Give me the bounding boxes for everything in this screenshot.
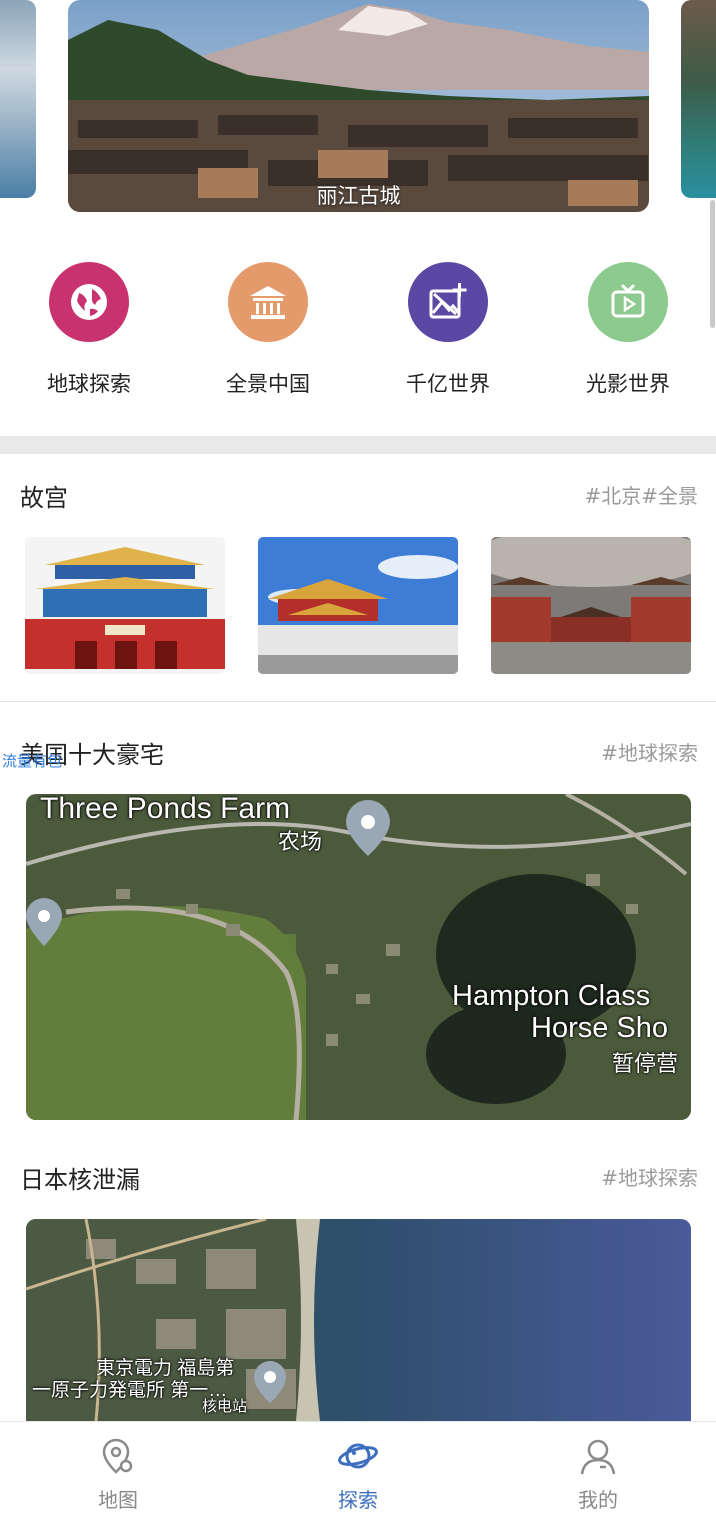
tab-label: 探索	[338, 1488, 378, 1512]
tab-map[interactable]: 地图	[58, 1422, 178, 1520]
banner-next-slide[interactable]	[681, 0, 716, 198]
banner-prev-slide[interactable]	[0, 0, 36, 198]
tab-mine[interactable]: 我的	[538, 1422, 658, 1520]
map-label: 暂停营	[612, 1051, 679, 1076]
shortcut-panorama-china[interactable]: 全景中国	[198, 262, 338, 398]
map-label: 农场	[278, 829, 323, 854]
temple-icon	[228, 262, 308, 342]
section-tag-gugong[interactable]: #北京#全景	[584, 480, 698, 509]
bottom-tab-bar: 地图 探索 我的	[0, 1421, 716, 1520]
map-label: Three Ponds Farm	[40, 794, 291, 825]
section-tag-us-mansions[interactable]: #地球探索	[601, 737, 698, 766]
map-label: 核电站	[202, 1398, 248, 1415]
user-icon	[580, 1439, 616, 1475]
shortcut-light-shadow-world[interactable]: 光影世界	[558, 262, 698, 398]
map-label: Horse Sho	[531, 1012, 669, 1044]
image-add-icon	[408, 262, 488, 342]
map-pin-icon	[102, 1438, 133, 1474]
section-tag-japan-nuclear[interactable]: #地球探索	[601, 1162, 698, 1191]
shortcut-label: 全景中国	[226, 372, 310, 396]
gugong-thumb-2[interactable]	[258, 537, 458, 674]
section-title-gugong[interactable]: 故宫	[20, 478, 68, 513]
gugong-thumb-1[interactable]	[25, 537, 225, 674]
map-label: Hampton Class	[452, 980, 651, 1012]
banner-caption: 丽江古城	[316, 184, 401, 208]
globe-icon	[49, 262, 129, 342]
shortcut-billion-world[interactable]: 千亿世界	[378, 262, 518, 398]
shortcut-grid: 地球探索 全景中国 千亿世界 光影世界	[0, 262, 716, 402]
section-divider-thin	[0, 701, 716, 702]
tab-label: 地图	[98, 1488, 138, 1512]
tv-play-icon	[588, 262, 668, 342]
tab-label: 我的	[578, 1488, 618, 1512]
us-mansion-map-card[interactable]: Three Ponds Farm 农场 Hampton Class Horse …	[26, 794, 691, 1120]
satellite-map-image	[26, 794, 691, 1120]
japan-nuclear-map-card[interactable]: 東京電力 福島第 一原子力発電所 第一… 核电站	[26, 1219, 691, 1421]
tab-explore[interactable]: 探索	[298, 1422, 418, 1520]
planet-icon	[338, 1443, 378, 1469]
shortcut-label: 地球探索	[47, 372, 131, 396]
shortcut-label: 千亿世界	[406, 372, 490, 396]
floating-link[interactable]: 流量有包	[2, 750, 62, 771]
map-label: 一原子力発電所 第一…	[32, 1380, 228, 1401]
shortcut-label: 光影世界	[586, 372, 670, 396]
gugong-thumb-3[interactable]	[491, 537, 691, 674]
section-title-japan-nuclear[interactable]: 日本核泄漏	[20, 1160, 140, 1195]
banner-carousel[interactable]: 丽江古城	[0, 0, 716, 214]
shortcut-earth-explore[interactable]: 地球探索	[19, 262, 159, 398]
section-divider	[0, 436, 716, 454]
banner-current-slide[interactable]: 丽江古城	[68, 0, 649, 212]
